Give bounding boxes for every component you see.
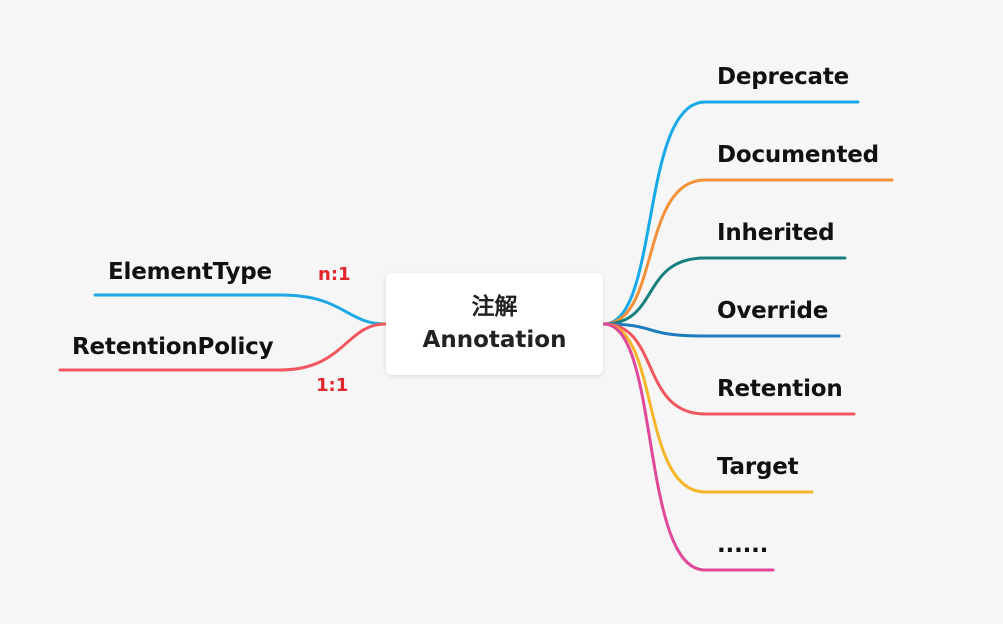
topic-documented[interactable]: Documented [717, 142, 879, 168]
topic-override[interactable]: Override [717, 298, 828, 324]
topic-retentionpolicy[interactable]: RetentionPolicy [72, 334, 274, 360]
topic-deprecate[interactable]: Deprecate [717, 64, 849, 90]
topic-retention[interactable]: Retention [717, 376, 843, 402]
topic-more[interactable]: ...... [717, 532, 768, 558]
branch-elementtype [93, 293, 388, 326]
central-topic-english: Annotation [422, 327, 567, 353]
topic-elementtype[interactable]: ElementType [108, 259, 272, 285]
central-topic-chinese: 注解 [471, 294, 518, 320]
branch-override [602, 322, 841, 338]
branch-deprecate [602, 100, 860, 326]
mind-map: ElementType RetentionPolicy n:1 1:1 注解 A… [0, 0, 1003, 624]
central-topic[interactable]: 注解 Annotation [386, 273, 603, 375]
relation-label-1-to-1: 1:1 [316, 375, 349, 396]
topic-target[interactable]: Target [717, 454, 799, 480]
relation-label-n-to-1: n:1 [318, 264, 351, 285]
topic-inherited[interactable]: Inherited [717, 220, 835, 246]
